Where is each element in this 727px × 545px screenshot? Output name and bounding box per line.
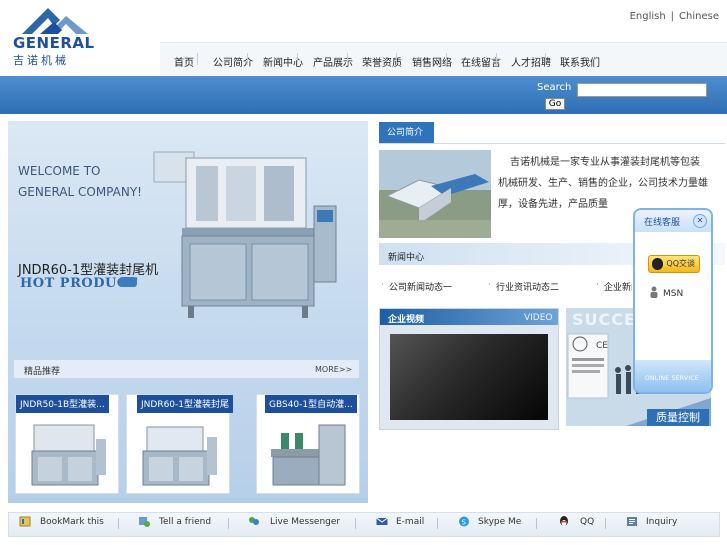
chat-footer-label: ONLINE SERVICE <box>645 375 700 382</box>
footer-divider <box>536 518 537 529</box>
bookmark-icon <box>19 516 31 527</box>
about-tab[interactable]: 公司简介 <box>379 122 434 144</box>
featured-more-link[interactable]: MORE>> <box>315 365 352 374</box>
email-icon <box>376 517 388 525</box>
logo-wordmark: GENERAL <box>13 34 95 52</box>
logo-chinese-name: 吉诺机械 <box>13 54 69 67</box>
news-item[interactable]: 行业资讯动态二 <box>496 280 559 293</box>
lang-chinese-link[interactable]: Chinese <box>679 11 719 22</box>
product-label: JNDR60-1型灌装封尾 <box>137 395 233 413</box>
arrow-right-icon <box>119 277 137 287</box>
quality-control-label: 质量控制 <box>647 409 709 426</box>
news-item[interactable]: 公司新闻动态一 <box>389 280 452 293</box>
nav-divider <box>545 53 546 65</box>
search-label: Search <box>537 82 572 93</box>
chat-title: 在线客服 <box>644 218 681 228</box>
video-en-label: VIDEO <box>524 313 553 323</box>
footer-divider <box>355 518 356 529</box>
about-intro-text: 吉诺机械是一家专业从事灌装封尾机等包装机械研发、生产、销售的企业，公司技术力量雄… <box>498 157 708 210</box>
machine-image <box>153 151 337 318</box>
lang-separator: | <box>670 11 675 22</box>
qq-icon <box>560 516 568 526</box>
footer-messenger-link[interactable]: Live Messenger <box>270 517 340 527</box>
tell-friend-icon <box>139 517 150 527</box>
footer-bar <box>8 512 720 537</box>
featured-title: 精品推荐 <box>24 367 61 377</box>
footer-qq-link[interactable]: QQ <box>580 517 594 527</box>
lang-english-link[interactable]: English <box>630 11 666 22</box>
welcome-text: WELCOME TO GENERAL COMPANY! <box>18 161 142 203</box>
bullet-icon: · <box>381 280 384 290</box>
footer-email-link[interactable]: E-mail <box>396 517 424 527</box>
messenger-icon <box>249 517 259 525</box>
product-card[interactable]: JNDR50-1B型灌装... <box>15 394 119 494</box>
news-title: 新闻中心 <box>388 253 425 263</box>
product-card[interactable]: GBS40-1型自动灌... <box>256 394 360 494</box>
video-player[interactable] <box>390 334 548 420</box>
product-card[interactable]: JNDR60-1型灌装封尾 <box>126 394 233 494</box>
footer-divider <box>228 518 229 529</box>
svg-text:CE: CE <box>596 341 608 351</box>
msn-user-icon <box>650 286 658 298</box>
skype-icon: S <box>459 516 469 527</box>
language-switcher: English | Chinese <box>630 11 719 22</box>
bullet-icon: · <box>596 280 599 290</box>
search-input[interactable] <box>577 83 707 97</box>
product-image <box>271 424 346 486</box>
nav-divider <box>247 53 248 65</box>
nav-divider <box>297 53 298 65</box>
footer-divider <box>437 518 438 529</box>
nav-divider <box>197 53 198 65</box>
product-label: JNDR50-1B型灌装... <box>16 395 109 413</box>
svg-text:S: S <box>462 519 467 527</box>
nav-item-contact[interactable]: 联系我们 <box>560 54 600 69</box>
bullet-icon: · <box>488 280 491 290</box>
product-label: GBS40-1型自动灌... <box>265 395 357 413</box>
logo[interactable]: GENERAL 吉诺机械 <box>10 6 100 67</box>
nav-divider <box>446 53 447 65</box>
nav-item-message[interactable]: 在线留言 <box>461 54 501 69</box>
online-service-widget: 在线客服 ✕ QQ交谈 MSN ONLINE SERVICE <box>633 208 713 394</box>
footer-divider <box>605 518 606 529</box>
msn-link[interactable]: MSN <box>663 289 683 299</box>
qq-penguin-icon <box>652 258 663 270</box>
footer-inquiry-link[interactable]: Inquiry <box>646 517 677 527</box>
qq-chat-button[interactable]: QQ交谈 <box>648 255 700 273</box>
featured-header <box>13 359 360 379</box>
footer-bookmark-link[interactable]: BookMark this <box>40 517 104 527</box>
video-title: 企业视频 <box>388 315 425 325</box>
welcome-line-2: GENERAL COMPANY! <box>18 185 142 199</box>
product-image <box>142 426 217 486</box>
chat-footer: ONLINE SERVICE <box>635 360 711 392</box>
product-image <box>31 424 106 486</box>
close-icon[interactable]: ✕ <box>693 214 707 228</box>
about-tab-underline <box>379 143 725 144</box>
page: GENERAL 吉诺机械 English | Chinese 首页 公司简介 新闻中… <box>0 0 727 545</box>
search-go-button[interactable]: Go <box>545 98 565 110</box>
nav-divider <box>396 53 397 65</box>
nav-divider <box>347 53 348 65</box>
nav-divider <box>496 53 497 65</box>
footer-skype-link[interactable]: Skype Me <box>478 517 521 527</box>
factory-image <box>379 150 491 238</box>
inquiry-icon <box>627 517 637 526</box>
footer-divider <box>118 518 119 529</box>
qq-chat-label: QQ交谈 <box>666 259 695 268</box>
welcome-line-1: WELCOME TO <box>18 164 101 178</box>
nav-item-home[interactable]: 首页 <box>174 54 194 69</box>
quality-banner-heading: SUCCE <box>572 310 636 329</box>
news-item[interactable]: 企业新闻 <box>604 280 632 293</box>
footer-tell-friend-link[interactable]: Tell a friend <box>159 517 211 527</box>
